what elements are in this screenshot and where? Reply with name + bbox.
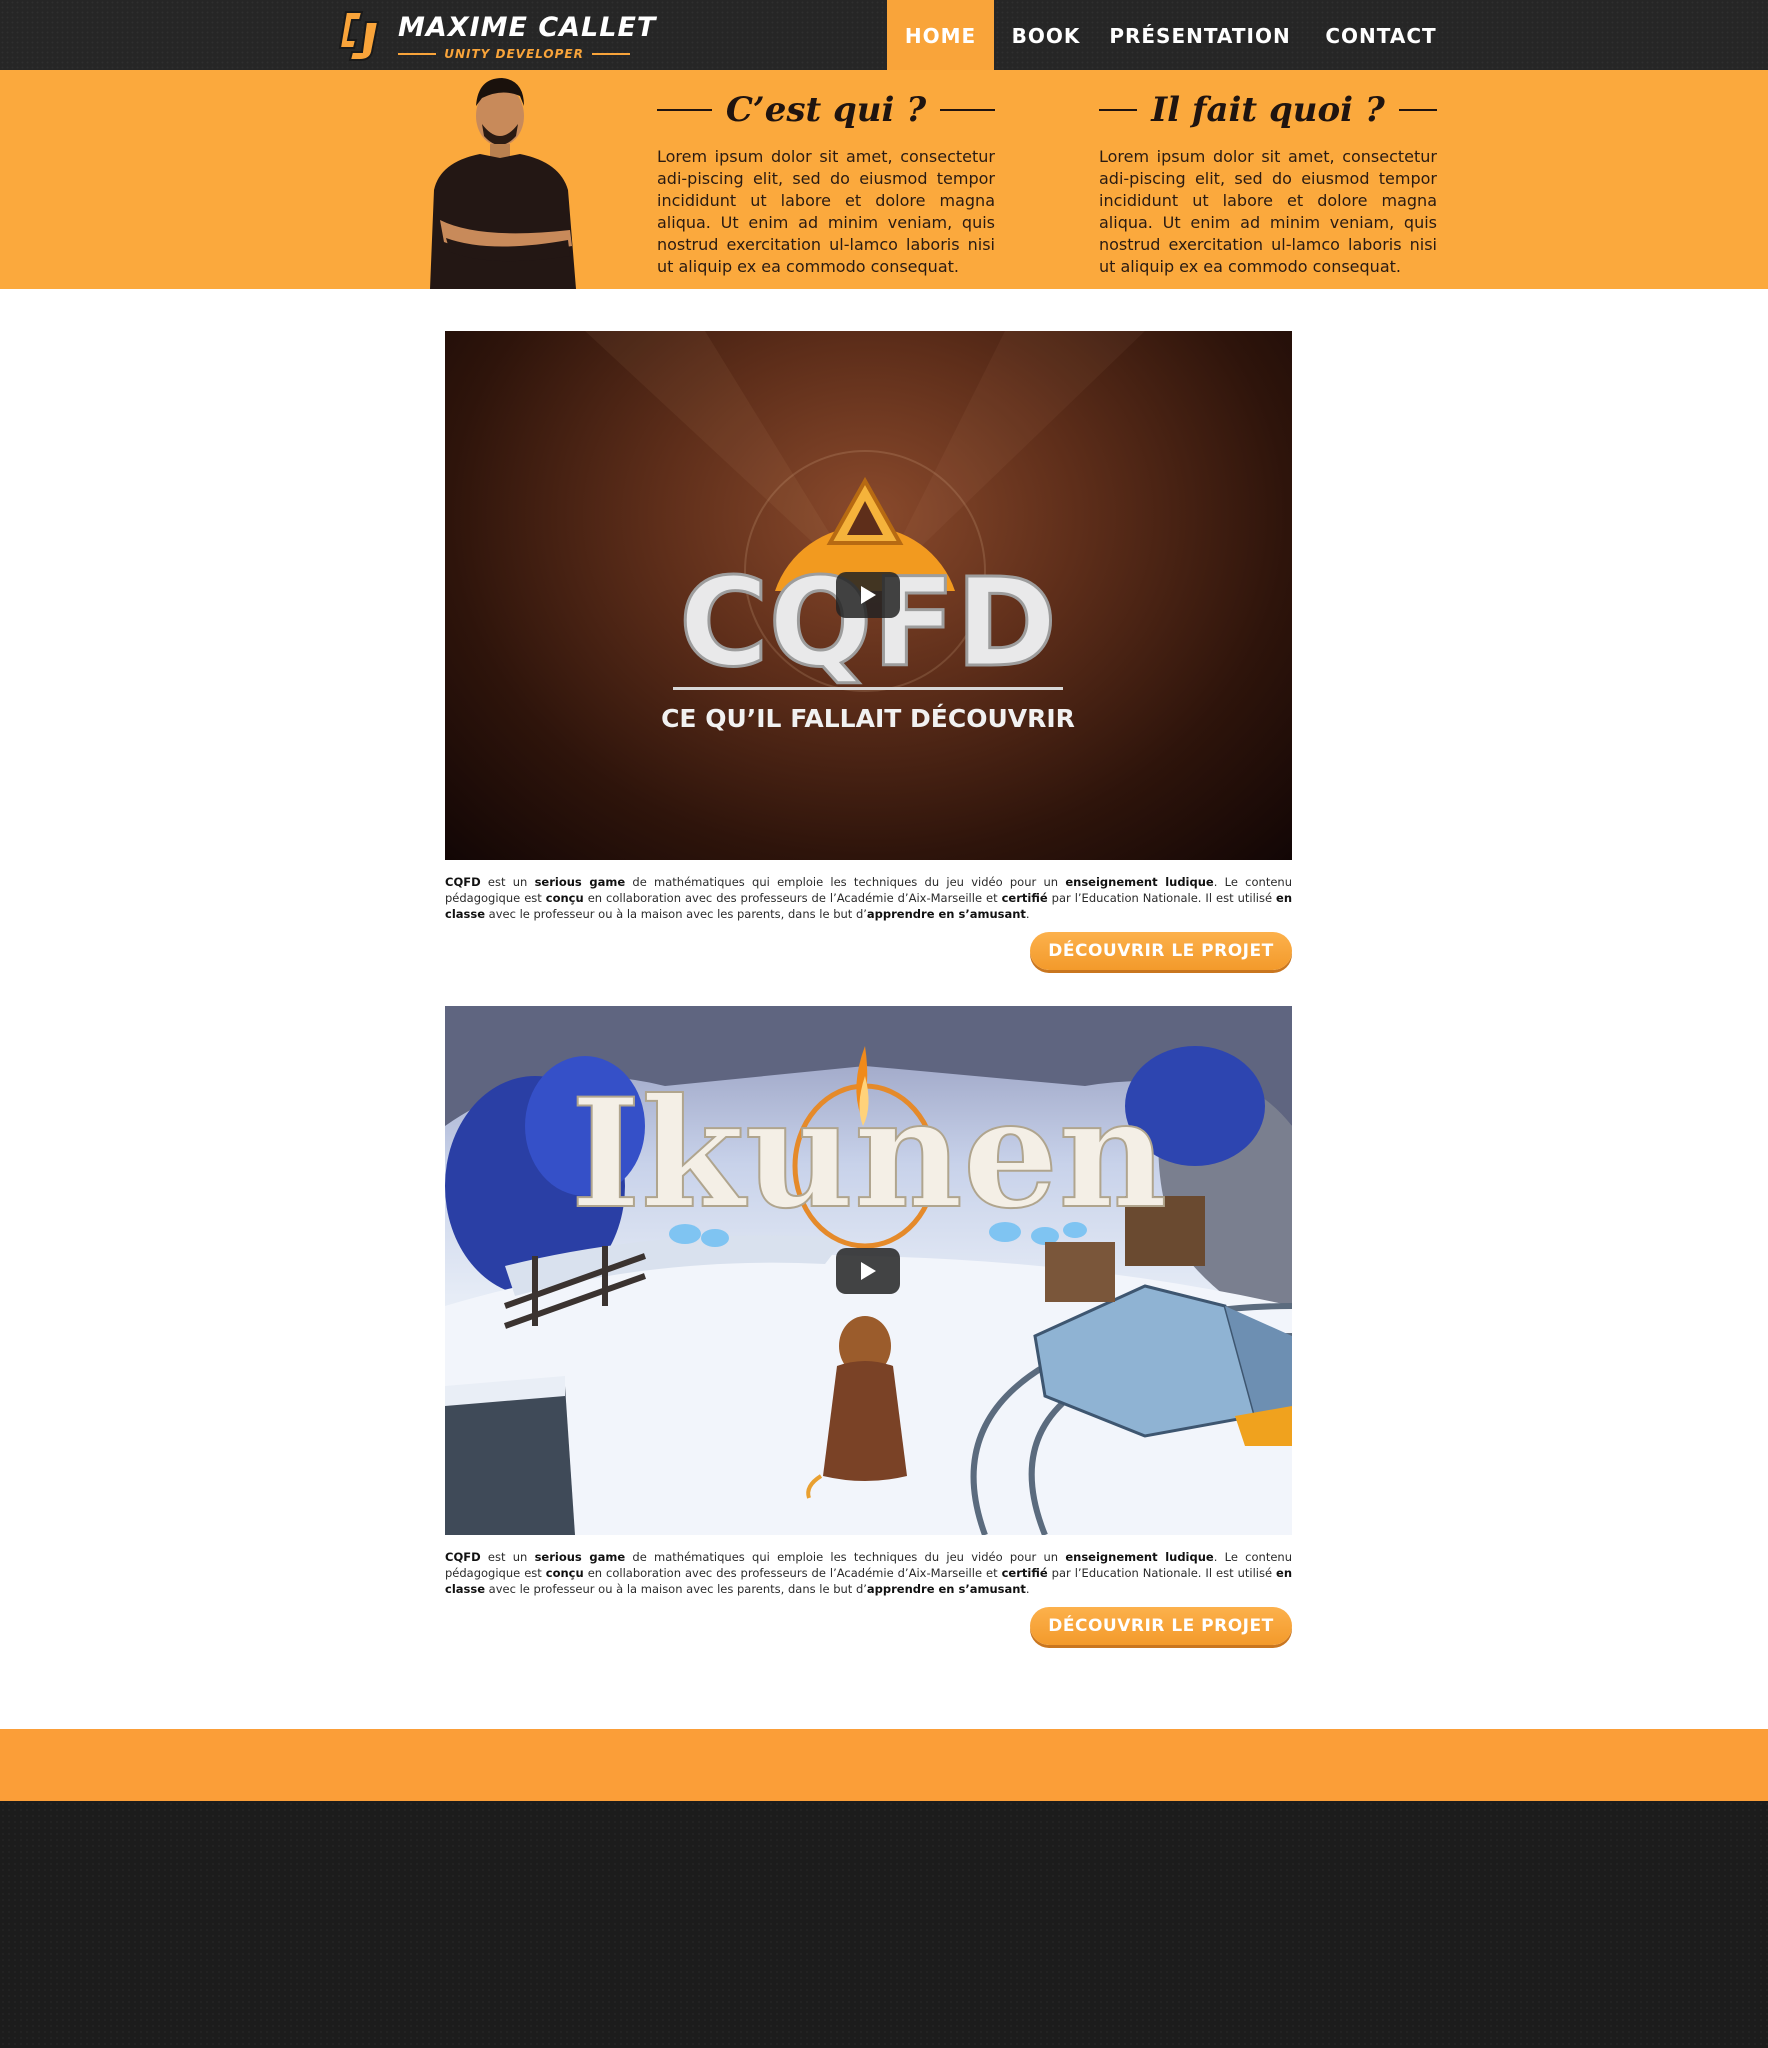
who-column: C’est qui ? Lorem ipsum dolor sit amet, … bbox=[657, 82, 996, 278]
play-icon bbox=[861, 586, 876, 604]
who-text: Lorem ipsum dolor sit amet, consectetur … bbox=[657, 147, 995, 276]
play-button[interactable] bbox=[836, 1248, 900, 1294]
nav-book[interactable]: BOOK bbox=[1000, 0, 1092, 70]
project-card: Ikunen CQFD est un serious game de mathé… bbox=[445, 1006, 1293, 1645]
cj-monogram-icon bbox=[338, 11, 380, 61]
heading-rule bbox=[1398, 109, 1437, 111]
discover-project-button[interactable]: DÉCOUVRIR LE PROJET bbox=[1030, 932, 1292, 970]
brand-tagline-row: UNITY DEVELOPER bbox=[398, 46, 631, 62]
intro-section: C’est qui ? Lorem ipsum dolor sit amet, … bbox=[0, 70, 1768, 289]
top-navigation-bar: MAXIME CALLET UNITY DEVELOPER HOME BOOK … bbox=[0, 0, 1768, 70]
project-video-ikunen[interactable]: Ikunen bbox=[445, 1006, 1292, 1535]
what-heading: Il fait quoi ? bbox=[1099, 82, 1437, 138]
brand-logo-link[interactable]: MAXIME CALLET UNITY DEVELOPER bbox=[332, 4, 655, 66]
nav-presentation[interactable]: PRÉSENTATION bbox=[1106, 0, 1294, 70]
developer-portrait bbox=[430, 78, 576, 289]
cqfd-subtitle: CE QU’IL FALLAIT DÉCOUVRIR bbox=[661, 704, 1075, 733]
nav-home[interactable]: HOME bbox=[887, 0, 994, 70]
project-description: CQFD est un serious game de mathématique… bbox=[445, 875, 1293, 921]
who-title: C’est qui ? bbox=[725, 90, 927, 130]
project-description: CQFD est un serious game de mathématique… bbox=[445, 1550, 1293, 1596]
project-video-cqfd[interactable]: CQFD CE QU’IL FALLAIT DÉCOUVRIR bbox=[445, 331, 1292, 860]
project-card: CQFD CE QU’IL FALLAIT DÉCOUVRIR CQFD est… bbox=[445, 331, 1293, 970]
brand-name: MAXIME CALLET bbox=[398, 12, 657, 43]
brand-tagline: UNITY DEVELOPER bbox=[444, 47, 584, 61]
play-icon bbox=[861, 1262, 876, 1280]
nav-contact[interactable]: CONTACT bbox=[1316, 0, 1446, 70]
footer bbox=[0, 1801, 1768, 2048]
what-column: Il fait quoi ? Lorem ipsum dolor sit ame… bbox=[1099, 82, 1437, 278]
discover-project-button[interactable]: DÉCOUVRIR LE PROJET bbox=[1030, 1607, 1292, 1645]
tagline-divider bbox=[398, 53, 437, 55]
heading-rule bbox=[1099, 109, 1138, 111]
ikunen-title: Ikunen bbox=[571, 1066, 1168, 1242]
footer-accent-band bbox=[0, 1729, 1768, 1801]
what-text: Lorem ipsum dolor sit amet, consectetur … bbox=[1099, 147, 1437, 276]
who-heading: C’est qui ? bbox=[657, 82, 996, 138]
heading-rule bbox=[940, 109, 996, 111]
play-button[interactable] bbox=[836, 572, 900, 618]
heading-rule bbox=[657, 109, 712, 111]
tagline-divider bbox=[591, 53, 631, 55]
what-title: Il fait quoi ? bbox=[1151, 90, 1385, 130]
